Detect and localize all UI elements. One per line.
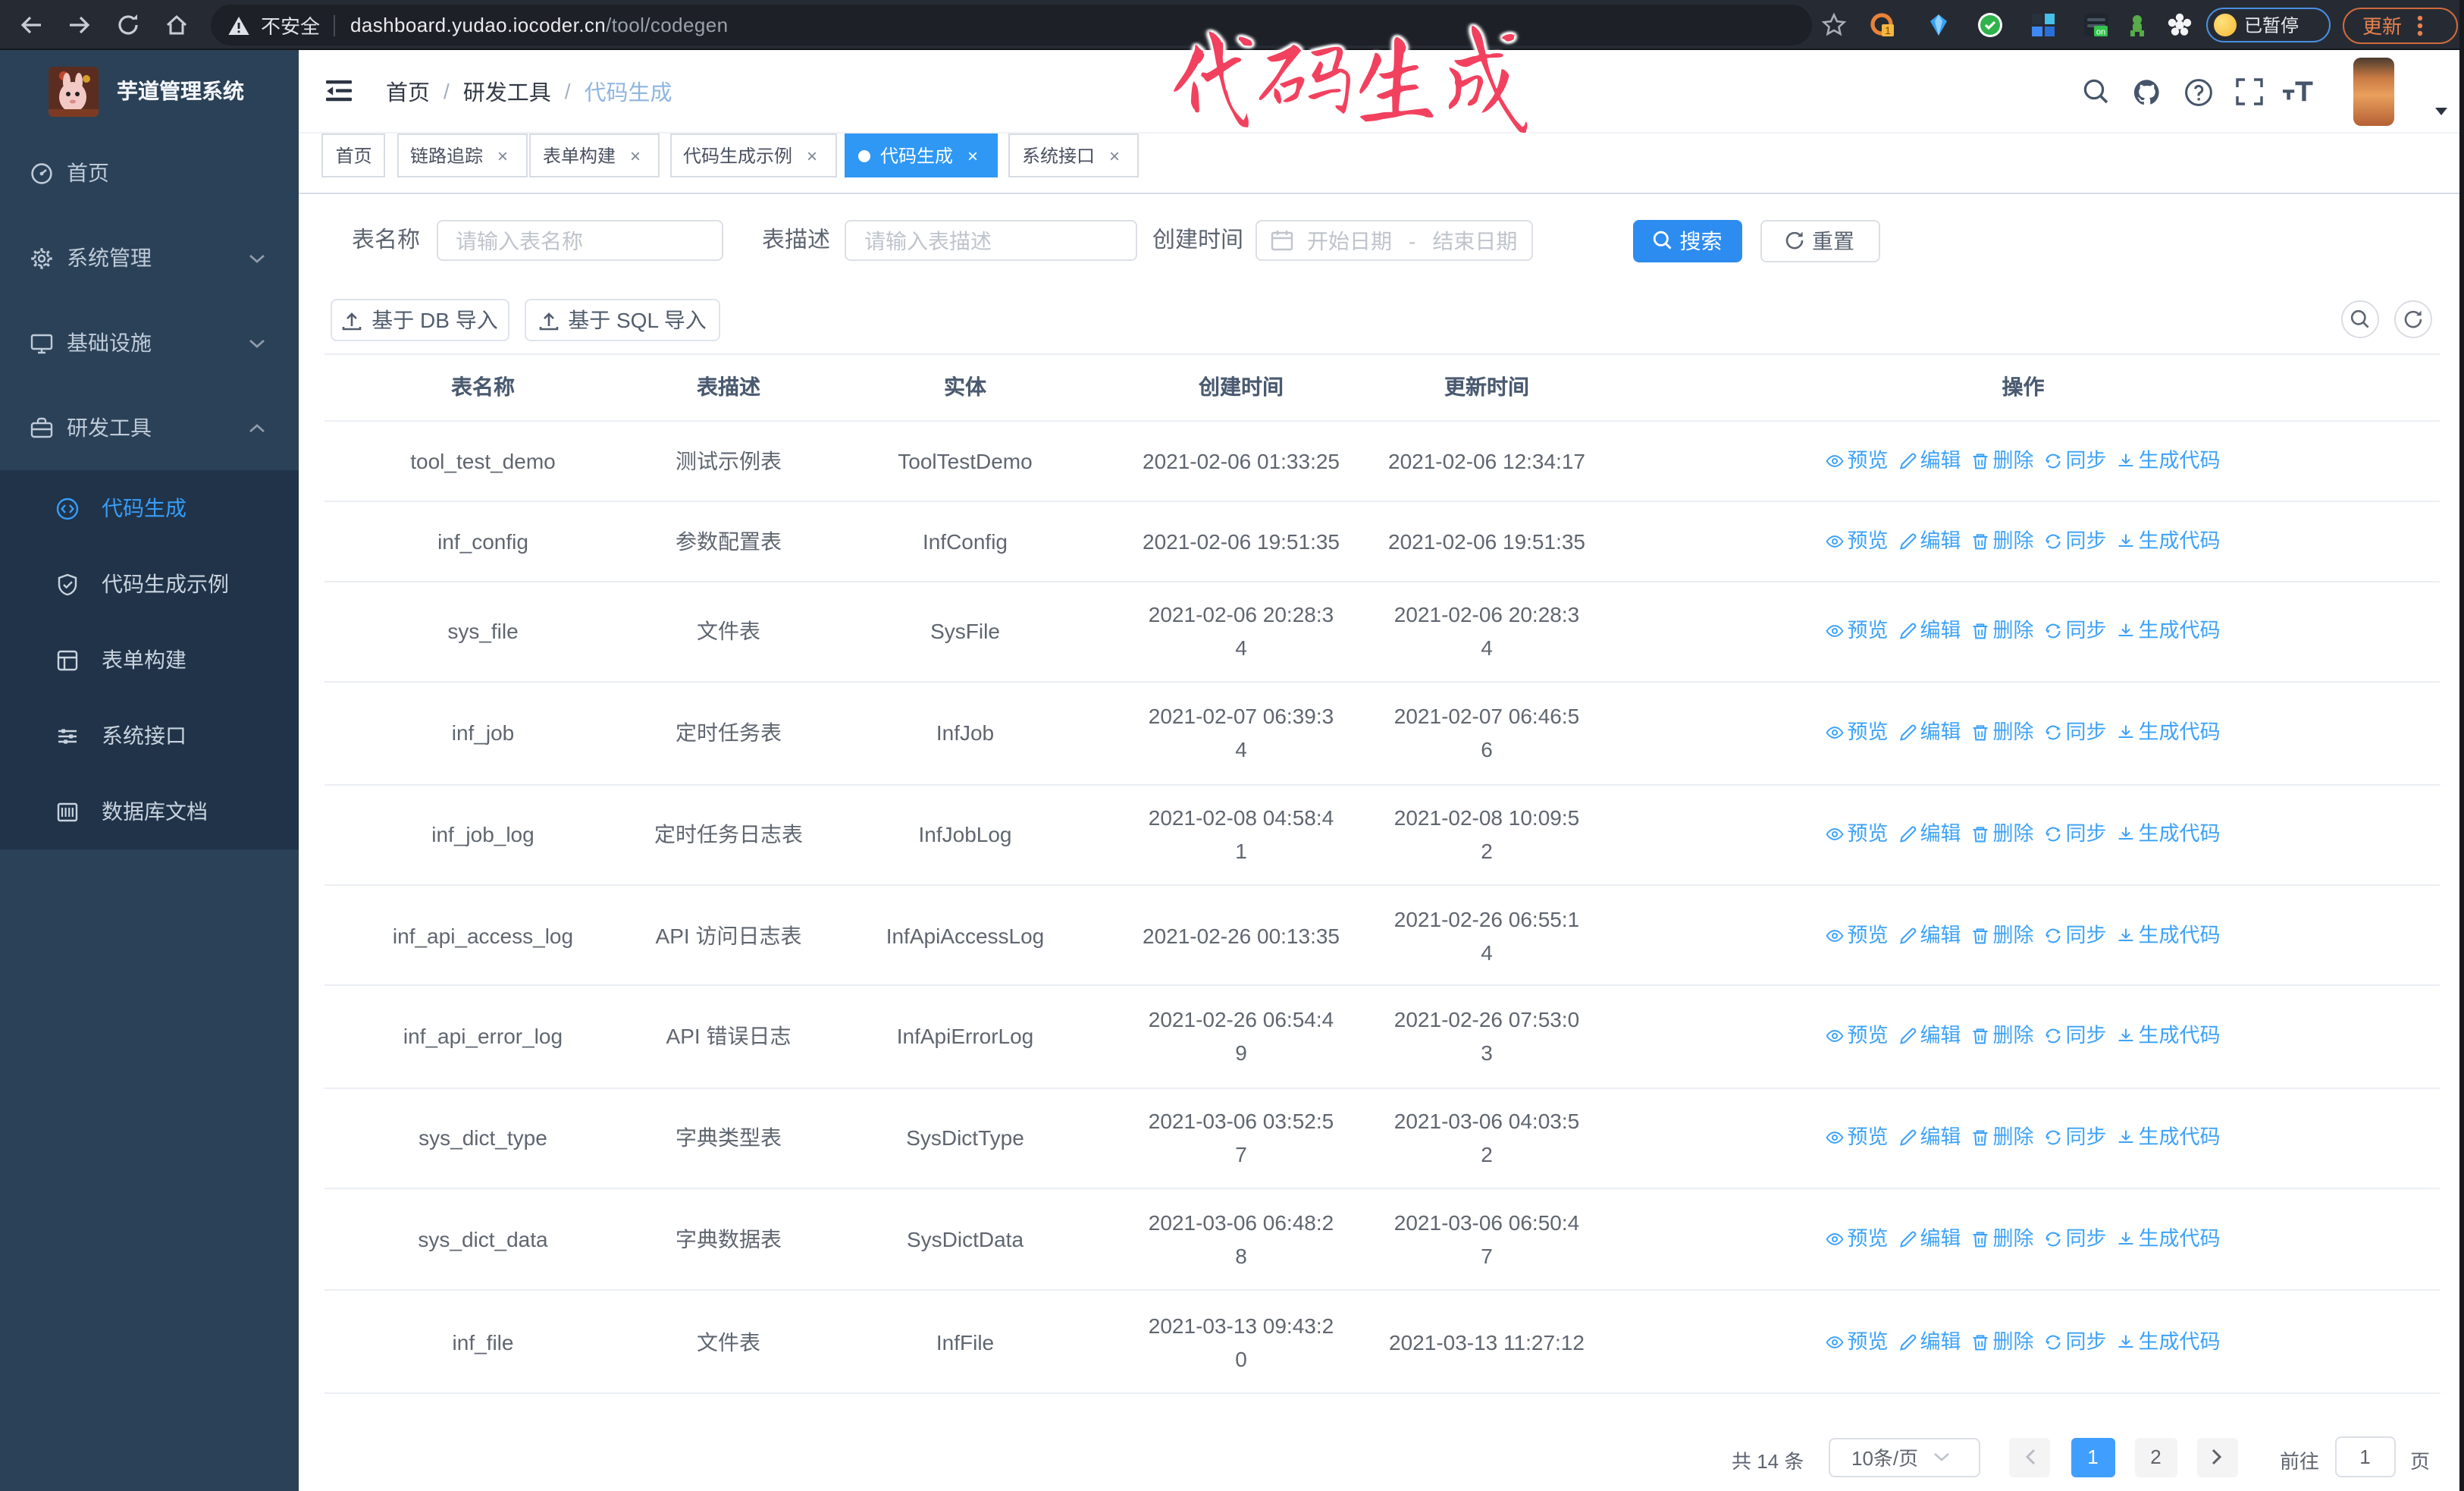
svg-text:on: on: [2096, 28, 2105, 37]
svg-text:1: 1: [1885, 24, 1891, 36]
